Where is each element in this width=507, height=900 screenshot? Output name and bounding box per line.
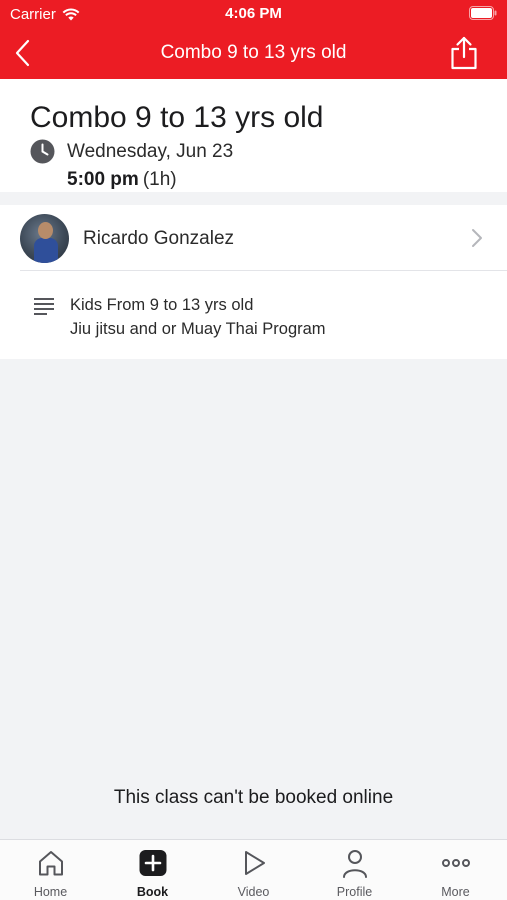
tab-home[interactable]: Home bbox=[0, 840, 101, 900]
navigation-bar: Combo 9 to 13 yrs old bbox=[0, 28, 507, 79]
home-icon bbox=[38, 851, 63, 876]
date-row: Wednesday, Jun 23 bbox=[30, 139, 233, 164]
description-line: Jiu jitsu and or Muay Thai Program bbox=[70, 320, 326, 338]
tab-video[interactable]: Video bbox=[203, 840, 304, 900]
plus-square-icon bbox=[139, 850, 166, 876]
chevron-right-icon bbox=[472, 229, 482, 247]
tab-more[interactable]: More bbox=[405, 840, 506, 900]
tab-book[interactable]: Book bbox=[102, 840, 203, 900]
time-row: 5:00 pm (1h) bbox=[67, 169, 177, 191]
class-description: Kids From 9 to 13 yrs old Jiu jitsu and … bbox=[70, 293, 490, 341]
avatar bbox=[20, 214, 69, 263]
instructor-row[interactable]: Ricardo Gonzalez bbox=[20, 205, 507, 271]
class-duration: (1h) bbox=[142, 169, 177, 190]
tab-label: Home bbox=[33, 885, 68, 899]
class-header: Combo 9 to 13 yrs old Wednesday, Jun 23 … bbox=[0, 79, 507, 192]
booking-note: This class can't be booked online bbox=[113, 787, 394, 808]
class-date: Wednesday, Jun 23 bbox=[67, 140, 234, 162]
tab-label: Video bbox=[237, 885, 270, 899]
details-card: Ricardo Gonzalez Kids From 9 to 13 yrs o… bbox=[0, 205, 507, 359]
share-button[interactable] bbox=[449, 36, 479, 70]
tab-profile[interactable]: Profile bbox=[304, 840, 405, 900]
tab-label: Profile bbox=[336, 885, 373, 899]
text-lines-icon bbox=[34, 298, 54, 315]
clock-time: 4:06 PM bbox=[225, 5, 282, 22]
ellipsis-icon bbox=[441, 859, 470, 867]
class-title: Combo 9 to 13 yrs old bbox=[30, 101, 324, 134]
status-bar: Carrier 4:06 PM bbox=[0, 0, 507, 28]
chevron-left-icon bbox=[15, 39, 30, 67]
tab-bar: Home Book Video Profile More bbox=[0, 839, 507, 900]
back-button[interactable] bbox=[12, 38, 36, 68]
share-icon bbox=[451, 36, 477, 70]
class-time: 5:00 pm bbox=[67, 169, 139, 190]
battery-icon bbox=[469, 6, 497, 24]
instructor-name: Ricardo Gonzalez bbox=[83, 228, 235, 249]
tab-label: More bbox=[441, 885, 470, 899]
top-bar: Carrier 4:06 PM Combo 9 to 13 yrs old bbox=[0, 0, 507, 79]
person-icon bbox=[342, 850, 367, 878]
clock-icon bbox=[30, 139, 55, 164]
tab-label: Book bbox=[136, 885, 169, 899]
nav-title: Combo 9 to 13 yrs old bbox=[160, 42, 347, 63]
description-line: Kids From 9 to 13 yrs old bbox=[70, 296, 254, 314]
play-icon bbox=[244, 851, 265, 875]
